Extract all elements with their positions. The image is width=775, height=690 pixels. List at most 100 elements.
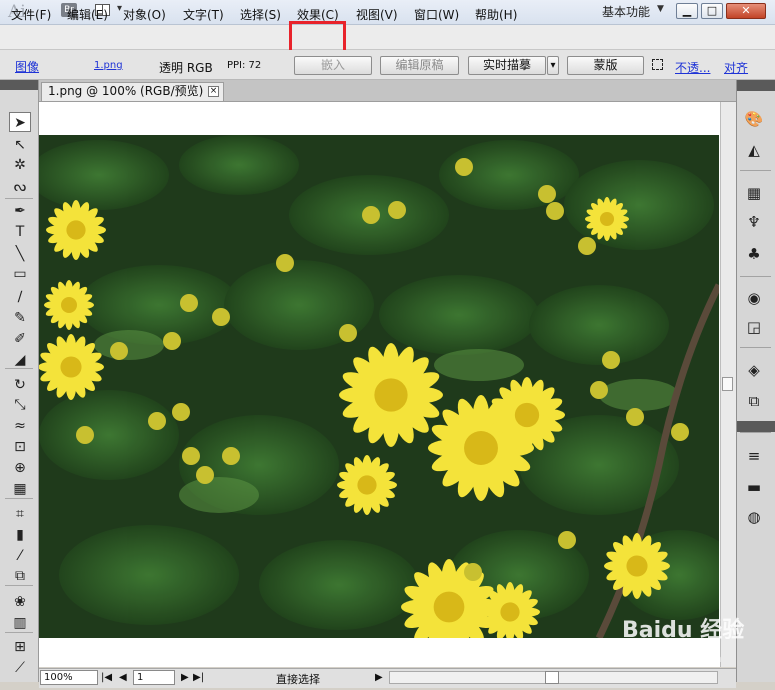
tools-divider [5, 585, 33, 586]
menu-file[interactable]: 文件(F) [11, 6, 51, 23]
menu-edit[interactable]: 编辑(E) [67, 6, 108, 23]
scale-icon[interactable]: ⤡ [9, 395, 31, 415]
image-link[interactable]: 图像 [15, 58, 39, 75]
chevron-down-icon[interactable]: ▼ [657, 4, 664, 14]
close-button[interactable]: ✕ [726, 3, 766, 19]
selection-tool-icon[interactable]: ➤ [9, 112, 31, 132]
flower [489, 377, 565, 453]
placed-image[interactable] [39, 135, 719, 638]
flower-bud [180, 294, 198, 312]
baidu-watermark-url: jingyan.baidu.com [620, 652, 722, 665]
next-artboard-icon[interactable]: ▶ [181, 672, 189, 683]
rotate-icon[interactable]: ↻ [9, 375, 31, 395]
menu-view[interactable]: 视图(V) [356, 6, 398, 23]
type-tool-icon[interactable]: T [9, 222, 31, 242]
paintbrush-icon[interactable]: ∕ [9, 287, 31, 307]
flower-bud [388, 201, 406, 219]
dock-header[interactable] [737, 80, 775, 91]
flower-bud [602, 351, 620, 369]
brushes-icon[interactable]: ♆ [744, 213, 764, 231]
artboard-icon[interactable]: ⊞ [9, 637, 31, 657]
transform-icon[interactable] [652, 59, 663, 70]
graphic-styles-icon[interactable]: ◲ [744, 318, 764, 336]
tools-divider [5, 498, 33, 499]
line-tool-icon[interactable]: ╲ [9, 244, 31, 264]
tool-status[interactable]: 直接选择 [276, 671, 320, 687]
flower-bud [339, 324, 357, 342]
shape-builder-icon[interactable]: ⊕ [9, 458, 31, 478]
horizontal-scroll-thumb[interactable] [545, 671, 559, 684]
menu-window[interactable]: 窗口(W) [414, 6, 459, 23]
color-guide-icon[interactable]: ◭ [744, 141, 764, 159]
live-trace-options-button[interactable]: ▾ [547, 56, 559, 75]
free-transform-icon[interactable]: ⊡ [9, 437, 31, 457]
menu-bar [0, 25, 775, 50]
dock-header-2[interactable] [737, 421, 775, 432]
tools-divider [5, 632, 33, 633]
live-trace-button[interactable]: 实时描摹 [468, 56, 546, 75]
symbol-sprayer-icon[interactable]: ❀ [9, 592, 31, 612]
dock-divider [740, 347, 771, 348]
opacity-link[interactable]: 不透... [675, 59, 710, 76]
transparency-icon[interactable]: ◍ [744, 508, 764, 526]
stroke-icon[interactable]: ≡ [744, 447, 764, 465]
chevron-down-icon[interactable]: ▾ [117, 3, 122, 14]
close-tab-icon[interactable]: × [208, 86, 219, 97]
mask-button[interactable]: 蒙版 [567, 56, 644, 75]
flower-bud [546, 202, 564, 220]
warp-icon[interactable]: ≈ [9, 416, 31, 436]
flower-bud [455, 158, 473, 176]
layers-icon[interactable]: ◈ [744, 361, 764, 379]
pen-tool-icon[interactable]: ✒ [9, 201, 31, 221]
eyedropper-icon[interactable]: ⁄ [9, 546, 31, 566]
color-icon[interactable]: 🎨 [744, 110, 764, 128]
flower-bud [222, 447, 240, 465]
gradient-icon[interactable]: ▮ [9, 525, 31, 545]
embed-button[interactable]: 嵌入 [294, 56, 372, 75]
mesh-icon[interactable]: ⌗ [9, 504, 31, 524]
document-tab[interactable]: 1.png @ 100% (RGB/预览) [41, 82, 224, 101]
slice-icon[interactable]: ⟋ [9, 658, 31, 678]
menu-select[interactable]: 选择(S) [240, 6, 281, 23]
rectangle-tool-icon[interactable]: ▭ [9, 264, 31, 284]
perspective-grid-icon[interactable]: ▦ [9, 479, 31, 499]
menu-object[interactable]: 对象(O) [123, 6, 166, 23]
ppi-info: PPI: 72 [227, 60, 262, 71]
artboards-icon[interactable]: ⧉ [744, 392, 764, 410]
minimize-button[interactable]: ▁ [676, 3, 698, 19]
file-link[interactable]: 1.png [94, 60, 123, 71]
flower-bud [110, 342, 128, 360]
swatches-icon[interactable]: ▦ [744, 184, 764, 202]
blob-brush-icon[interactable]: ✐ [9, 329, 31, 349]
flower [39, 334, 104, 400]
blend-icon[interactable]: ⧉ [9, 566, 31, 586]
appearance-icon[interactable]: ◉ [744, 289, 764, 307]
menu-type[interactable]: 文字(T) [183, 6, 224, 23]
direct-selection-tool-icon[interactable]: ↖ [9, 135, 31, 155]
column-graph-icon[interactable]: ▥ [9, 613, 31, 633]
edit-original-button[interactable]: 编辑原稿 [380, 56, 459, 75]
workspace-switcher[interactable]: 基本功能 [602, 3, 650, 20]
prev-artboard-icon[interactable]: ◀ [119, 672, 127, 683]
zoom-select[interactable]: 100% [40, 670, 98, 685]
artboard-select[interactable]: 1 [133, 670, 175, 685]
first-artboard-icon[interactable]: |◀ [101, 672, 112, 683]
lasso-icon[interactable]: ᔓ [9, 177, 31, 197]
vertical-scroll-thumb[interactable] [722, 377, 733, 391]
flower-bud [276, 254, 294, 272]
status-menu-arrow[interactable]: ▶ [375, 672, 383, 683]
align-link[interactable]: 对齐 [724, 59, 748, 76]
menu-help[interactable]: 帮助(H) [475, 6, 517, 23]
flower-bud [172, 403, 190, 421]
last-artboard-icon[interactable]: ▶| [193, 672, 204, 683]
baidu-watermark: Baidu 经验 [622, 618, 745, 643]
tools-panel-header[interactable] [0, 80, 38, 90]
pencil-icon[interactable]: ✎ [9, 308, 31, 328]
symbols-icon[interactable]: ♣ [744, 245, 764, 263]
magic-wand-icon[interactable]: ✲ [9, 155, 31, 175]
eraser-icon[interactable]: ◢ [9, 350, 31, 370]
flower [44, 280, 94, 330]
flower [339, 342, 443, 448]
gradient-panel-icon[interactable]: ▬ [744, 478, 764, 496]
maximize-button[interactable]: □ [701, 3, 723, 19]
